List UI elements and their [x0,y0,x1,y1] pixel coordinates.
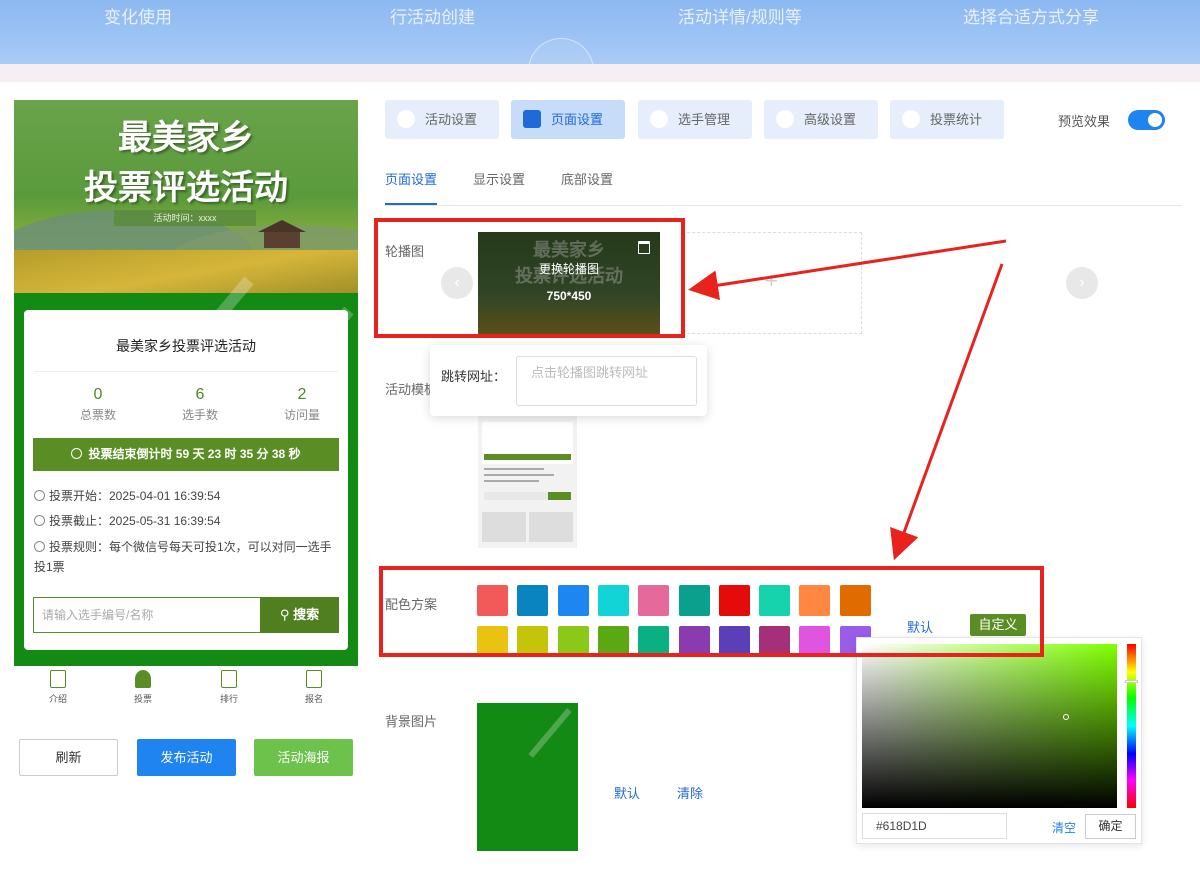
annotation-arrows [688,239,1007,561]
